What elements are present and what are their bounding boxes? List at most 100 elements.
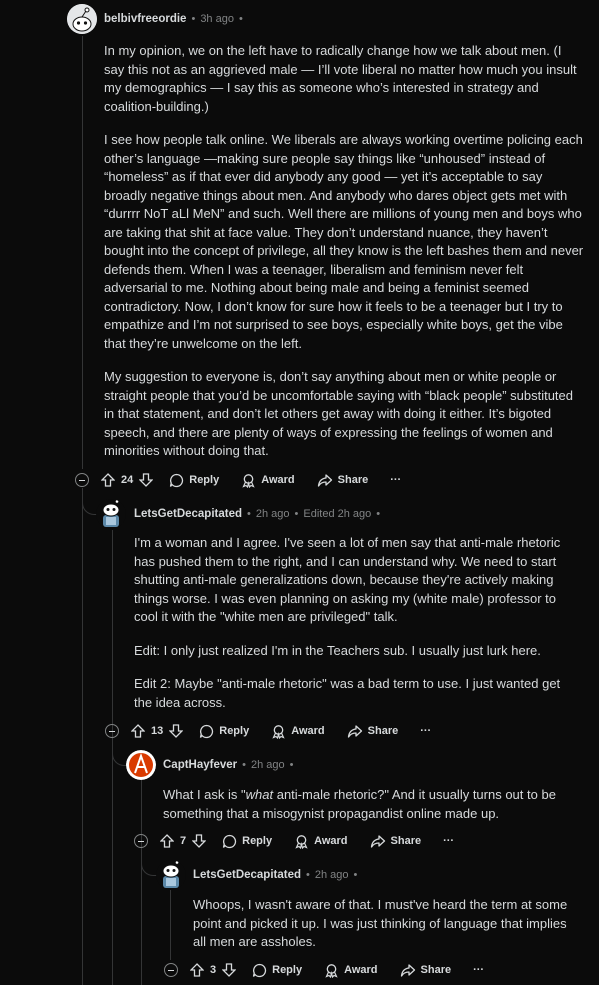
comment-body: I'm a woman and I agree. I've seen a lot…: [134, 534, 564, 727]
vote-count: 24: [121, 474, 134, 486]
reply-bubble-icon: [169, 473, 184, 488]
reply-button[interactable]: Reply: [199, 724, 249, 739]
more-options-button[interactable]: ···: [390, 474, 401, 486]
award-icon: [241, 473, 256, 488]
award-label: Award: [291, 725, 325, 737]
comment-actions: 3 Reply Award Share ···: [164, 959, 506, 981]
vote-count: 3: [210, 964, 217, 976]
comment-actions: 13 Reply Award Share ···: [105, 720, 453, 742]
award-button[interactable]: Award: [241, 473, 295, 488]
share-button[interactable]: Share: [370, 834, 421, 849]
comment-timestamp[interactable]: 2h ago: [251, 759, 285, 771]
share-arrow-icon: [370, 834, 386, 849]
collapse-icon[interactable]: [134, 834, 148, 848]
reply-label: Reply: [189, 474, 220, 486]
award-button[interactable]: Award: [324, 963, 378, 978]
meta-separator: •: [238, 13, 243, 25]
thread-connector: [112, 740, 127, 766]
award-icon: [294, 834, 309, 849]
more-label: ···: [420, 725, 432, 737]
award-button[interactable]: Award: [294, 834, 348, 849]
comment-timestamp[interactable]: 2h ago: [256, 508, 290, 520]
thread-line-level4[interactable]: [170, 890, 171, 960]
collapse-icon[interactable]: [105, 724, 119, 738]
upvote-icon[interactable]: [160, 834, 174, 848]
meta-separator: •: [247, 508, 251, 520]
share-arrow-icon: [347, 724, 363, 739]
reply-bubble-icon: [199, 724, 214, 739]
downvote-icon[interactable]: [139, 473, 154, 487]
comment-author[interactable]: belbivfreeordie: [104, 13, 186, 25]
share-arrow-icon: [400, 963, 416, 978]
collapse-icon[interactable]: [75, 473, 89, 487]
share-label: Share: [367, 725, 399, 737]
reply-label: Reply: [219, 725, 250, 737]
meta-separator: •: [294, 508, 299, 520]
reply-bubble-icon: [252, 963, 267, 978]
comment-paragraph: Whoops, I wasn't aware of that. I must'v…: [193, 897, 568, 949]
comment-paragraph: Edit 2: Maybe "anti-male rhetoric" was a…: [134, 676, 561, 710]
share-button[interactable]: Share: [317, 473, 369, 488]
thread-line-root[interactable]: [82, 36, 83, 469]
share-button[interactable]: Share: [347, 724, 399, 739]
collapse-icon[interactable]: [164, 963, 178, 977]
share-button[interactable]: Share: [400, 963, 452, 978]
downvote-icon[interactable]: [192, 834, 207, 848]
more-options-button[interactable]: ···: [420, 725, 431, 737]
meta-separator: •: [191, 13, 196, 25]
reply-bubble-icon: [222, 834, 237, 849]
meta-separator: •: [306, 869, 310, 881]
upvote-icon[interactable]: [101, 473, 115, 487]
meta-separator: •: [242, 759, 247, 771]
avatar[interactable]: [126, 750, 156, 780]
share-label: Share: [337, 474, 369, 486]
comment-author[interactable]: LetsGetDecapitated: [134, 508, 242, 520]
share-label: Share: [420, 964, 452, 976]
comment-author[interactable]: CaptHayfever: [163, 759, 237, 771]
comment-paragraph: My suggestion to everyone is, don’t say …: [104, 369, 574, 458]
more-options-button[interactable]: ···: [473, 964, 484, 976]
edited-timestamp: Edited 2h ago: [303, 508, 372, 520]
more-options-button[interactable]: ···: [443, 835, 454, 847]
thread-line-level1[interactable]: [82, 488, 83, 985]
reply-button[interactable]: Reply: [252, 963, 302, 978]
comment-author[interactable]: LetsGetDecapitated: [193, 869, 301, 881]
thread-connector: [82, 488, 97, 515]
avatar[interactable]: [67, 4, 97, 34]
avatar[interactable]: [156, 860, 186, 890]
meta-separator: •: [289, 759, 294, 771]
vote-count: 7: [180, 835, 187, 847]
comment-paragraph: Edit: I only just realized I'm in the Te…: [134, 642, 541, 658]
downvote-icon[interactable]: [222, 963, 237, 977]
comment-paragraph: In my opinion, we on the left have to ra…: [104, 43, 577, 114]
award-label: Award: [261, 474, 295, 486]
downvote-icon[interactable]: [169, 724, 184, 738]
reply-button[interactable]: Reply: [222, 834, 272, 849]
more-label: ···: [443, 835, 455, 847]
comment-body: Whoops, I wasn't aware of that. I must'v…: [193, 896, 578, 967]
comment-paragraph: I see how people talk online. We liberal…: [104, 132, 584, 351]
award-icon: [324, 963, 339, 978]
comment-actions: 24 Reply Award Share ···: [75, 469, 423, 491]
comment-actions: 7 Reply Award Share ···: [134, 830, 476, 852]
meta-separator: •: [376, 508, 381, 520]
comment-timestamp[interactable]: 3h ago: [200, 13, 234, 25]
comment-paragraph: I'm a woman and I agree. I've seen a lot…: [134, 535, 561, 624]
more-label: ···: [390, 474, 402, 486]
reply-button[interactable]: Reply: [169, 473, 219, 488]
thread-connector: [141, 850, 157, 876]
snoo-avatar-icon: [67, 4, 97, 34]
more-label: ···: [473, 964, 485, 976]
comment-body: In my opinion, we on the left have to ra…: [104, 42, 584, 476]
award-button[interactable]: Award: [271, 724, 325, 739]
award-icon: [271, 724, 286, 739]
comment-paragraph: What I ask is "what anti-male rhetoric?"…: [163, 787, 556, 821]
anarchy-avatar-icon: [126, 750, 156, 780]
meta-separator: •: [353, 869, 358, 881]
comment-timestamp[interactable]: 2h ago: [315, 869, 349, 881]
share-arrow-icon: [317, 473, 333, 488]
upvote-icon[interactable]: [190, 963, 204, 977]
avatar[interactable]: [96, 499, 126, 529]
thread-line-level3[interactable]: [141, 780, 142, 985]
upvote-icon[interactable]: [131, 724, 145, 738]
